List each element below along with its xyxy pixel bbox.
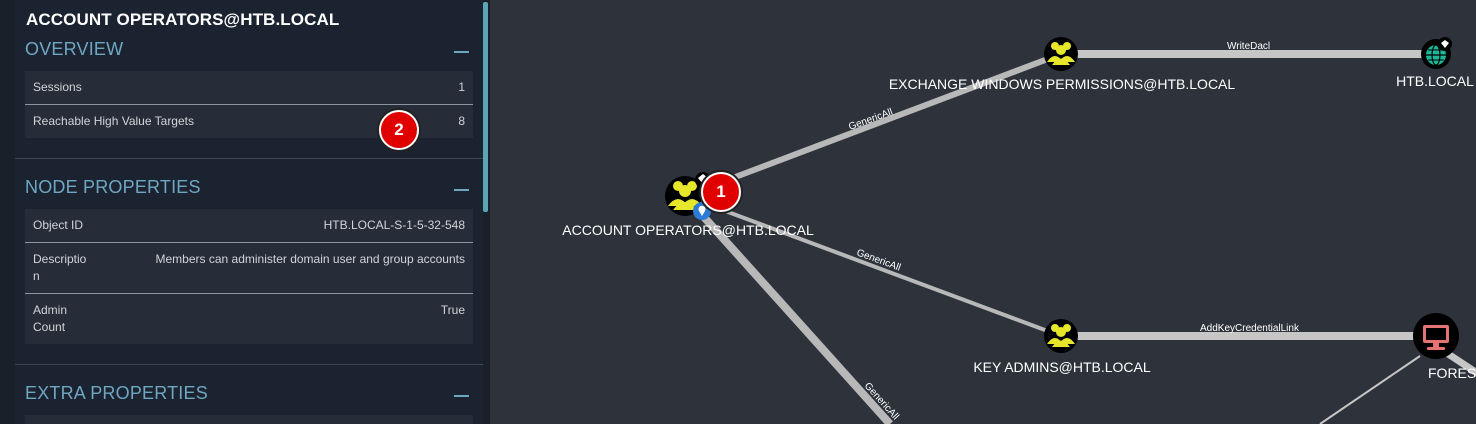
node-htb-local[interactable] [1421, 37, 1452, 69]
row-key-line: Count [33, 320, 66, 334]
row-key-line: n [33, 269, 40, 283]
row-divider [25, 293, 473, 294]
collapse-minus-icon[interactable] [454, 189, 469, 191]
row-key: Sessions [33, 80, 82, 94]
edge-forest-down[interactable] [1319, 355, 1421, 424]
node-properties-table: Object ID HTB.LOCAL-S-1-5-32-548 Descrip… [25, 209, 473, 344]
node-label-forest: FOREST.HTB.LOC [1428, 365, 1476, 381]
node-forest[interactable] [1413, 313, 1459, 359]
row-key-line: Descriptio [33, 252, 87, 266]
extra-properties-section-header[interactable]: EXTRA PROPERTIES [25, 383, 469, 409]
row-divider [25, 104, 473, 105]
row-key-line: Admin [33, 303, 68, 317]
collapse-minus-icon[interactable] [454, 51, 469, 53]
node-title: ACCOUNT OPERATORS@HTB.LOCAL [26, 10, 340, 29]
row-value: 8 [458, 114, 465, 128]
edge-label-addkeycredentiallink: AddKeyCredentialLink [1200, 323, 1300, 334]
node-key-admins[interactable] [1044, 319, 1078, 353]
section-divider [15, 158, 483, 159]
row-value: Members can administer domain user and g… [155, 252, 466, 266]
table-row[interactable]: Descriptio n Members can administer doma… [25, 251, 473, 285]
node-exchange-windows-permissions[interactable] [1044, 37, 1078, 71]
row-value: HTB.LOCAL-S-1-5-32-548 [323, 218, 465, 232]
row-key: Reachable High Value Targets [33, 114, 194, 128]
row-value: 1 [458, 80, 465, 94]
annotation-badge-1: 1 [701, 172, 741, 212]
panel-scrollbar[interactable] [483, 2, 488, 212]
row-key: Admin Count [33, 302, 67, 336]
node-properties-section-header[interactable]: NODE PROPERTIES [25, 177, 469, 203]
table-row[interactable]: Admin Count True [25, 302, 473, 336]
high-value-diamond-icon [1438, 37, 1452, 51]
edge-genericall-keyadmins[interactable] [684, 194, 1062, 338]
node-label-account-operators: ACCOUNT OPERATORS@HTB.LOCAL [562, 222, 814, 238]
graph-canvas[interactable]: GenericAll GenericAll GenericAll WriteDa… [490, 0, 1476, 424]
extra-properties-heading: EXTRA PROPERTIES [25, 383, 208, 403]
overview-heading: OVERVIEW [25, 39, 124, 59]
extra-properties-table [25, 415, 473, 424]
node-properties-heading: NODE PROPERTIES [25, 177, 201, 197]
row-key: Descriptio n [33, 251, 86, 285]
collapse-minus-icon[interactable] [454, 395, 469, 397]
node-label-exchange-windows-permissions: EXCHANGE WINDOWS PERMISSIONS@HTB.LOCAL [888, 76, 1236, 92]
node-label-htb-local: HTB.LOCAL [1396, 73, 1474, 89]
node-info-panel: ACCOUNT OPERATORS@HTB.LOCAL OVERVIEW Ses… [0, 0, 490, 424]
section-divider [15, 364, 483, 365]
overview-section-header[interactable]: OVERVIEW [25, 39, 469, 65]
edge-label-writedacl: WriteDacl [1227, 41, 1270, 52]
annotation-badge-2: 2 [379, 110, 419, 150]
row-key: Object ID [33, 218, 84, 232]
row-value: True [440, 303, 465, 317]
row-divider [25, 242, 473, 243]
node-label-key-admins: KEY ADMINS@HTB.LOCAL [973, 359, 1151, 375]
